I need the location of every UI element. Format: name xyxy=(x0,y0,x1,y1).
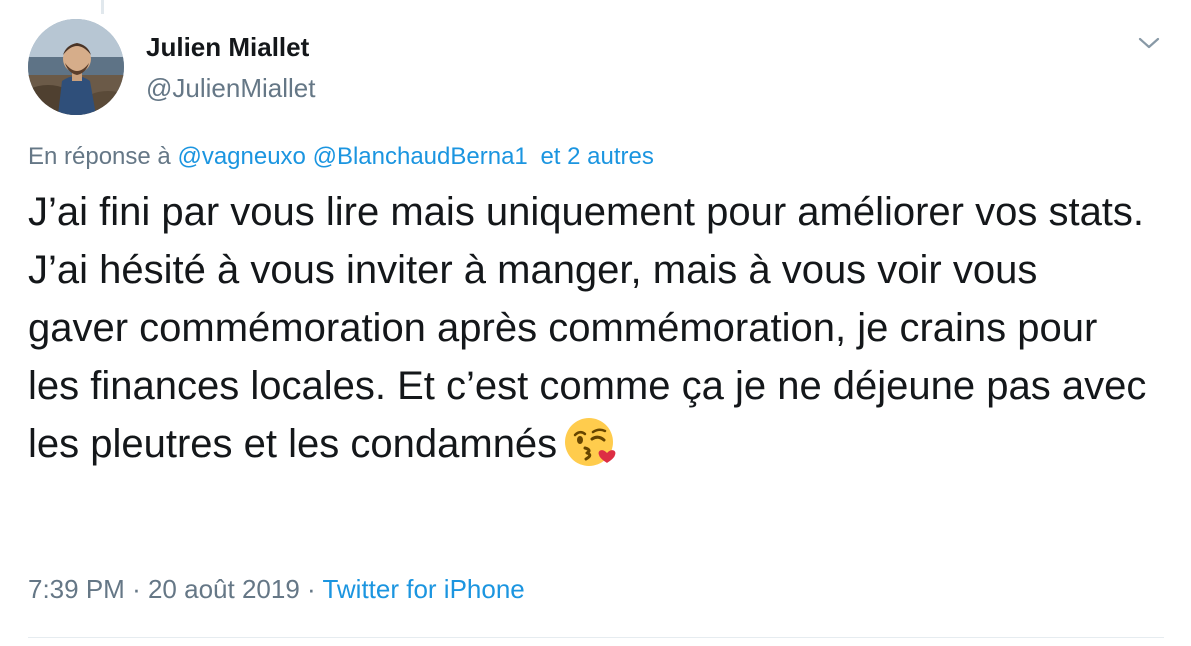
author-handle[interactable]: @JulienMiallet xyxy=(146,73,315,104)
meta-separator: · xyxy=(132,574,141,604)
tweet-menu-button[interactable] xyxy=(1134,30,1164,56)
divider xyxy=(28,637,1164,638)
tweet-source-link[interactable]: Twitter for iPhone xyxy=(322,574,524,604)
thread-connector-line xyxy=(101,0,104,14)
kiss-emoji-icon xyxy=(565,418,616,466)
reply-prefix: En réponse à xyxy=(28,143,171,170)
avatar-photo xyxy=(28,19,124,115)
reply-others-link[interactable]: et 2 autres xyxy=(540,143,653,170)
tweet-text: J’ai fini par vous lire mais uniquement … xyxy=(28,183,1148,473)
tweet-metadata: 7:39 PM · 20 août 2019 · Twitter for iPh… xyxy=(28,574,525,605)
reply-context: En réponse à @vagneuxo @BlanchaudBerna1 … xyxy=(28,143,654,171)
meta-separator: · xyxy=(307,574,316,604)
avatar[interactable] xyxy=(28,19,124,115)
author-name[interactable]: Julien Miallet xyxy=(146,32,309,63)
tweet-date[interactable]: 20 août 2019 xyxy=(148,574,300,604)
mention-link[interactable]: @vagneuxo xyxy=(177,143,305,170)
tweet-time[interactable]: 7:39 PM xyxy=(28,574,125,604)
mention-link[interactable]: @BlanchaudBerna1 xyxy=(313,143,528,170)
chevron-down-icon xyxy=(1138,37,1160,49)
